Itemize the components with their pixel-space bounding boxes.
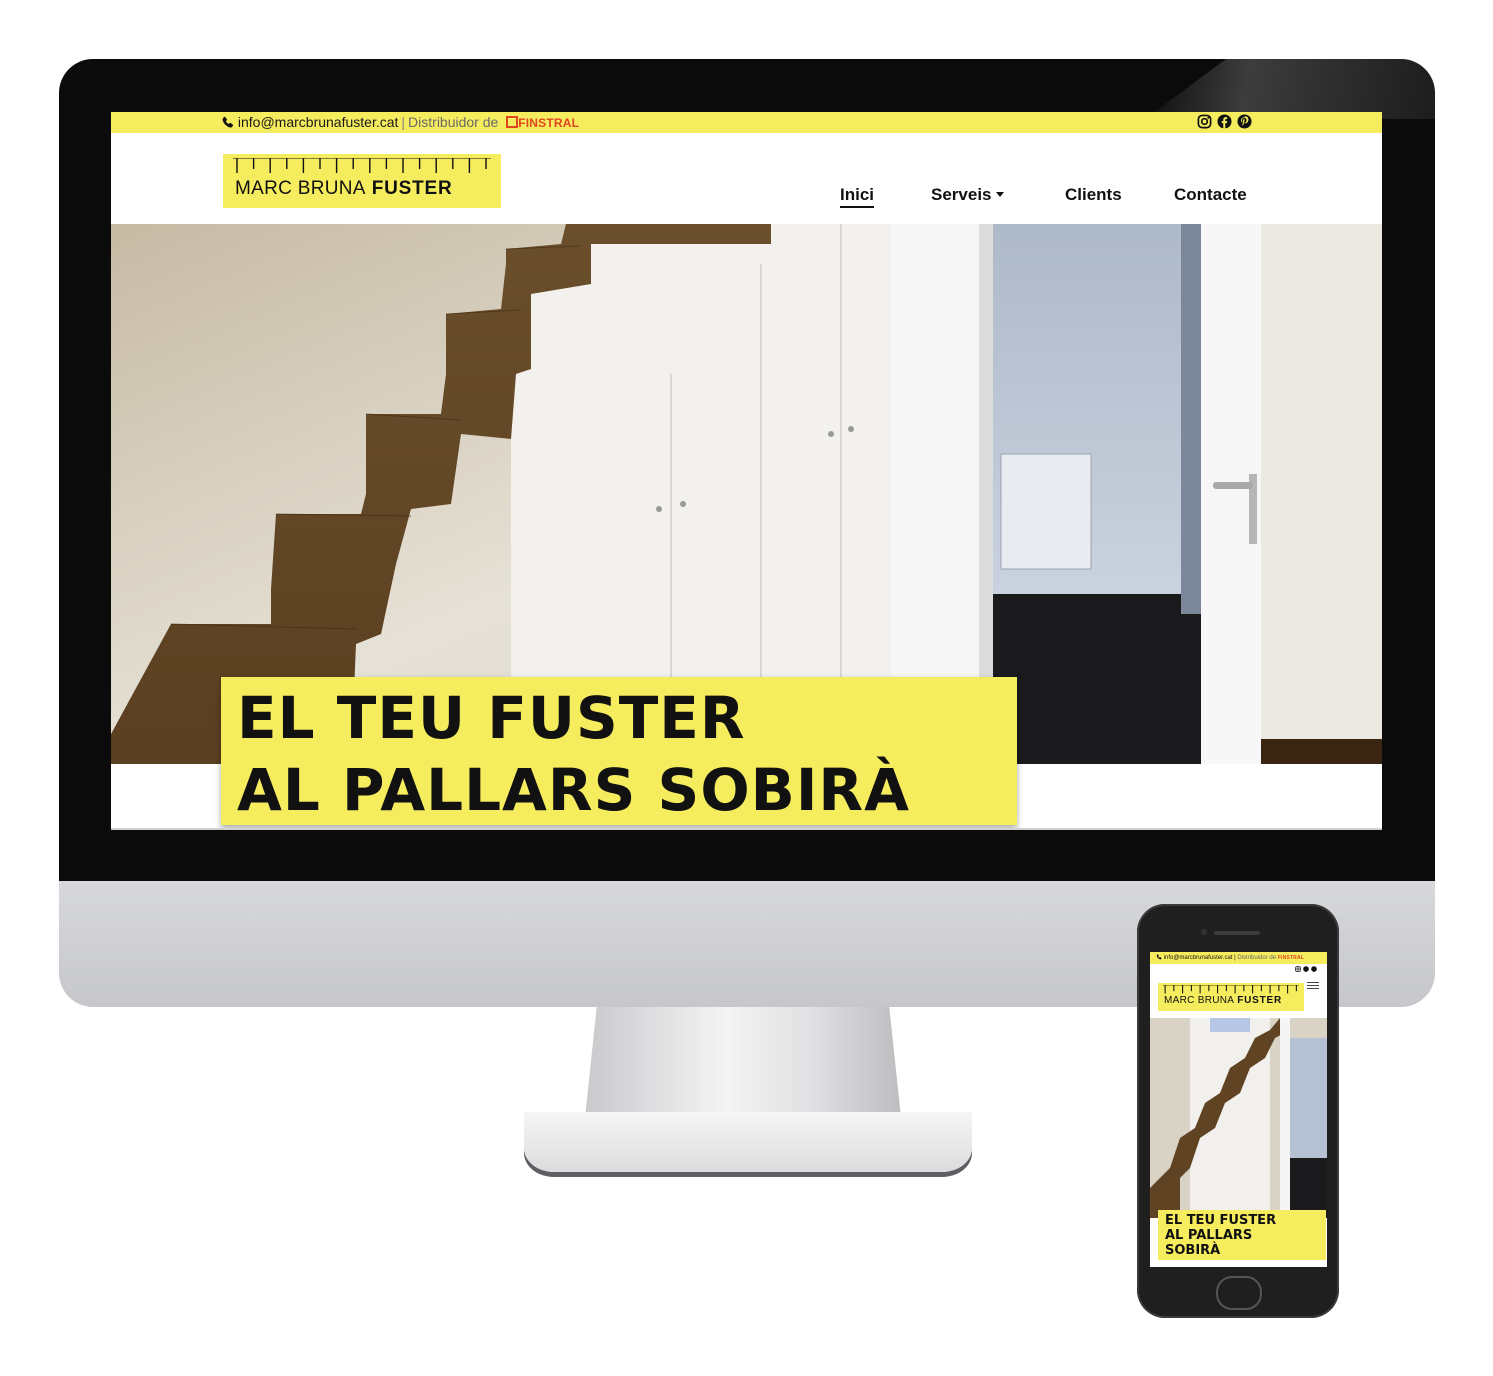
nav-item-contacte[interactable]: Contacte [1174, 185, 1247, 205]
nav-item-serveis-label: Serveis [931, 185, 992, 204]
hero-headline: EL TEU FUSTER AL PALLARS SOBIRÀ [221, 677, 1017, 825]
headline-line-2: AL PALLARS SOBIRÀ [237, 756, 910, 824]
contact-info: info@marcbrunafuster.cat | Distribuidor de… [221, 114, 579, 130]
caret-down-icon [995, 192, 1004, 197]
finstral-brand[interactable]: FINSTRAL [518, 116, 579, 130]
mobile-topbar-separator: | [1234, 955, 1236, 961]
phone-icon [222, 116, 234, 128]
phone-screen: info@marcbrunafuster.cat | Distribuidor … [1150, 952, 1327, 1267]
desktop-monitor-mockup: info@marcbrunafuster.cat | Distribuidor de… [59, 59, 1435, 1007]
nav-item-clients[interactable]: Clients [1065, 185, 1122, 205]
mobile-contact-topbar: info@marcbrunafuster.cat | Distribuidor … [1150, 952, 1327, 964]
mobile-email-link[interactable]: info@marcbrunafuster.cat [1164, 955, 1233, 961]
mobile-distributor-label: Distribuidor de [1237, 955, 1277, 961]
mobile-phone-icon [1156, 954, 1162, 960]
mobile-logo-wordmark: MARC BRUNA FUSTER [1164, 995, 1282, 1006]
mobile-headline-line-1: EL TEU FUSTER [1165, 1213, 1277, 1228]
topbar-separator: | [401, 114, 406, 130]
nav-item-inici[interactable]: Inici [840, 185, 875, 208]
instagram-icon[interactable] [1197, 114, 1212, 129]
nav-item-serveis[interactable]: Serveis [931, 185, 1004, 205]
pinterest-icon[interactable] [1237, 114, 1252, 129]
monitor-base [524, 1112, 972, 1172]
mobile-ruler-graphic [1163, 985, 1299, 994]
mobile-hero-headline: EL TEU FUSTER AL PALLARS SOBIRÀ [1158, 1210, 1326, 1260]
mobile-logo-name-bold: FUSTER [1237, 995, 1283, 1006]
main-navbar: MARC BRUNA FUSTER Inici Serveis Clients C… [111, 133, 1382, 224]
mobile-site-logo[interactable]: MARC BRUNA FUSTER [1158, 983, 1304, 1011]
mobile-headline-line-2: AL PALLARS [1165, 1228, 1253, 1243]
hamburger-menu-icon[interactable] [1307, 980, 1319, 991]
distributor-label: Distribuidor de [408, 114, 499, 130]
desktop-screen: info@marcbrunafuster.cat | Distribuidor de… [111, 112, 1382, 830]
mobile-instagram-icon[interactable] [1295, 966, 1301, 972]
bezel-glare [1145, 59, 1435, 119]
headline-line-1: EL TEU FUSTER [237, 684, 746, 752]
mobile-finstral-brand[interactable]: FINSTRAL [1278, 955, 1304, 961]
phone-camera [1201, 929, 1207, 935]
logo-name-bold: FUSTER [371, 178, 453, 199]
mobile-hero-image [1150, 1018, 1327, 1218]
ruler-graphic [233, 158, 491, 173]
phone-mockup: info@marcbrunafuster.cat | Distribuidor … [1137, 904, 1339, 1318]
phone-home-button [1216, 1276, 1262, 1310]
monitor-neck [584, 1007, 902, 1127]
finstral-logo-icon [506, 116, 519, 128]
mobile-pinterest-icon[interactable] [1311, 966, 1317, 972]
mobile-contact-info: info@marcbrunafuster.cat | Distribuidor … [1156, 954, 1304, 961]
screen-divider [111, 828, 1382, 830]
logo-wordmark: MARC BRUNA FUSTER [235, 178, 453, 200]
mobile-hero-stairs-illustration [1150, 1018, 1327, 1218]
facebook-icon[interactable] [1217, 114, 1232, 129]
mobile-facebook-icon[interactable] [1303, 966, 1309, 972]
mobile-social-links [1295, 966, 1317, 972]
monitor-bezel: info@marcbrunafuster.cat | Distribuidor de… [59, 59, 1435, 881]
phone-speaker [1214, 931, 1260, 935]
logo-name-regular: MARC BRUNA [235, 178, 366, 199]
email-link[interactable]: info@marcbrunafuster.cat [238, 114, 399, 130]
site-logo[interactable]: MARC BRUNA FUSTER [223, 154, 501, 208]
social-links [1197, 114, 1252, 129]
mobile-logo-name-regular: MARC BRUNA [1164, 995, 1235, 1006]
contact-topbar: info@marcbrunafuster.cat | Distribuidor de… [111, 112, 1382, 133]
mobile-headline-line-3: SOBIRÀ [1165, 1243, 1221, 1258]
